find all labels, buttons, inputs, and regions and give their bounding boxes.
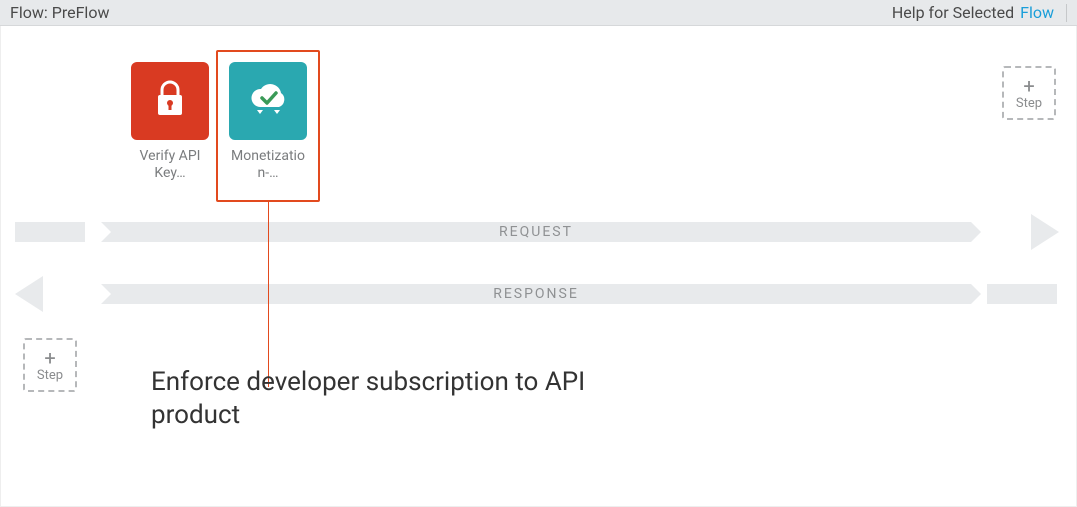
policy-label: Verify API Key…	[131, 148, 209, 182]
help-for-selected-label: Help for Selected	[892, 3, 1014, 22]
policy-label: Monetization-…	[229, 148, 307, 182]
request-label: REQUEST	[499, 224, 573, 240]
policy-tile[interactable]	[131, 62, 209, 140]
policy-monetization[interactable]: Monetization-…	[229, 62, 307, 182]
policy-tile[interactable]	[229, 62, 307, 140]
flow-header: Flow: PreFlow Help for Selected Flow	[0, 0, 1077, 26]
cloud-check-icon	[244, 75, 292, 127]
lock-icon	[146, 75, 194, 127]
plus-icon: +	[44, 348, 55, 368]
header-divider	[1066, 4, 1067, 22]
policy-verify-api-key[interactable]: Verify API Key…	[131, 62, 209, 182]
plus-icon: +	[1023, 76, 1034, 96]
add-step-label: Step	[37, 368, 63, 383]
add-step-label: Step	[1016, 96, 1042, 111]
flow-title: Flow: PreFlow	[10, 3, 109, 22]
flow-canvas: Verify API Key… Monetization-… + Step + …	[0, 26, 1077, 507]
callout-annotation: Enforce developer subscription to API pr…	[151, 366, 671, 431]
add-step-request-button[interactable]: + Step	[1002, 66, 1056, 120]
response-arrow-icon	[15, 276, 43, 312]
request-stub-left	[15, 222, 85, 242]
response-flow-bar: RESPONSE	[101, 284, 971, 304]
response-stub-right	[987, 284, 1057, 304]
request-arrow-icon	[1031, 214, 1059, 250]
flow-link[interactable]: Flow	[1020, 3, 1054, 22]
request-flow-bar: REQUEST	[101, 222, 971, 242]
response-label: RESPONSE	[493, 286, 579, 302]
add-step-response-button[interactable]: + Step	[23, 338, 77, 392]
